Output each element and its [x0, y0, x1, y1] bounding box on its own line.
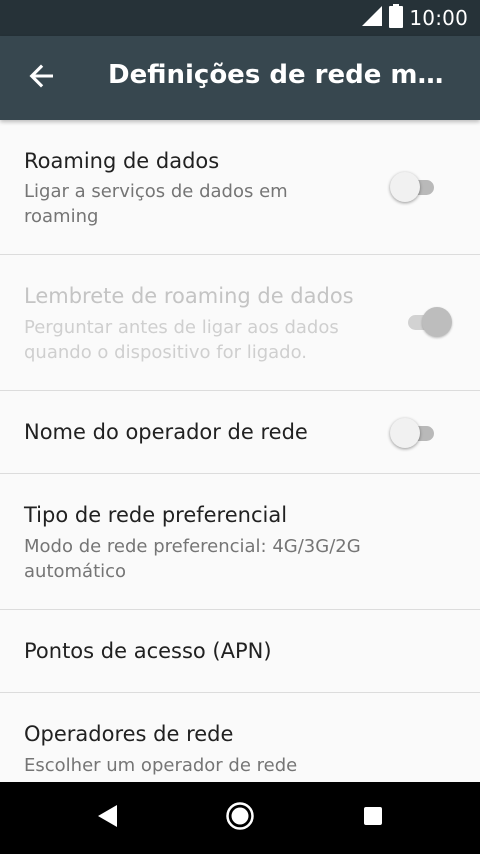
setting-subtitle: Ligar a serviços de dados em roaming	[24, 181, 288, 227]
navigation-bar	[0, 782, 480, 854]
arrow-back-icon	[29, 63, 55, 93]
setting-data-roaming-reminder: Lembrete de roaming de dados Perguntar a…	[0, 255, 480, 391]
status-bar: 10:00	[0, 0, 480, 36]
setting-network-operators[interactable]: Operadores de rede Escolher um operador …	[0, 693, 480, 783]
settings-list: Roaming de dados Ligar a serviços de dad…	[0, 120, 480, 783]
setting-subtitle: Escolher um operador de rede	[24, 755, 298, 776]
switch-thumb	[390, 172, 420, 202]
switch-thumb	[390, 418, 420, 448]
setting-title: Pontos de acesso (APN)	[24, 639, 272, 663]
operator-name-switch[interactable]	[390, 418, 442, 448]
setting-title: Roaming de dados	[24, 149, 220, 173]
setting-access-points[interactable]: Pontos de acesso (APN)	[0, 610, 480, 693]
app-bar: Definições de rede móv…	[0, 36, 480, 120]
setting-title: Operadores de rede	[24, 722, 234, 746]
home-circle-icon	[225, 801, 255, 835]
data-roaming-switch[interactable]	[390, 172, 442, 202]
nav-back-button[interactable]	[78, 794, 138, 842]
setting-subtitle: Modo de rede preferencial: 4G/3G/2G auto…	[24, 536, 361, 582]
setting-network-operator-name[interactable]: Nome do operador de rede	[0, 391, 480, 474]
status-time: 10:00	[409, 6, 468, 30]
signal-icon	[361, 5, 383, 31]
nav-recents-button[interactable]	[343, 794, 403, 842]
setting-data-roaming[interactable]: Roaming de dados Ligar a serviços de dad…	[0, 120, 480, 255]
recents-square-icon	[363, 806, 383, 830]
data-roaming-reminder-switch	[400, 307, 452, 337]
page-title: Definições de rede móv…	[108, 60, 460, 90]
nav-home-button[interactable]	[210, 794, 270, 842]
setting-preferred-network-type[interactable]: Tipo de rede preferencial Modo de rede p…	[0, 474, 480, 610]
setting-title: Tipo de rede preferencial	[24, 503, 288, 527]
setting-subtitle: Perguntar antes de ligar aos dados quand…	[24, 317, 339, 363]
setting-title: Lembrete de roaming de dados	[24, 284, 354, 308]
battery-icon	[389, 4, 404, 32]
back-triangle-icon	[98, 805, 118, 831]
switch-thumb	[422, 307, 452, 337]
setting-title: Nome do operador de rede	[24, 420, 308, 444]
back-button[interactable]	[18, 56, 66, 100]
status-icons: 10:00	[361, 0, 468, 36]
